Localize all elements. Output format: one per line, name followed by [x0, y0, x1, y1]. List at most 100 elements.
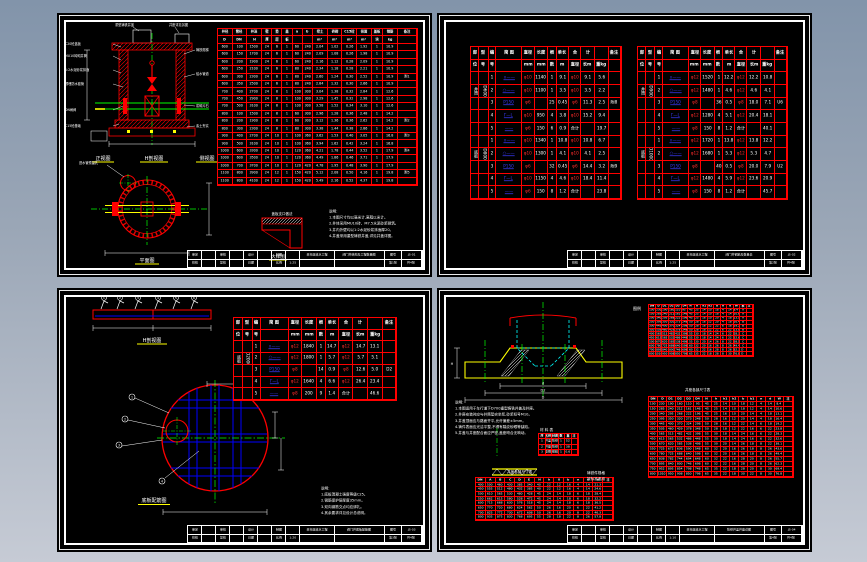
table-cell: 1: [548, 85, 557, 98]
table-cell: 底板: [638, 148, 647, 161]
sheet-valve-well-section[interactable]: C20砼盖板 MU10砖砌井筒 1:2水泥砂浆抹面 预埋防水套管 DN闸阀 C1…: [57, 13, 432, 277]
table-cell: 0.32: [342, 88, 357, 96]
table-cell: m²: [357, 36, 372, 44]
table-cell: 号: [655, 59, 664, 73]
table-cell: 24: [261, 177, 273, 185]
table-cell: 校核: [188, 259, 203, 268]
table-cell: 长m: [581, 59, 595, 73]
table-cell: φ10: [522, 110, 535, 123]
table-cell: 80: [292, 66, 303, 74]
table-cell: [646, 110, 656, 123]
table-cell: 附1: [397, 73, 417, 81]
table-cell: 复核: [596, 534, 611, 543]
dim-label: D: [542, 396, 545, 400]
table-cell: 4: [714, 110, 724, 123]
table-cell: 制图: [272, 251, 287, 260]
table-cell: [581, 186, 595, 199]
table-cell: 100: [292, 140, 303, 148]
table-cell: [534, 161, 549, 174]
table-cell: φ12: [735, 135, 748, 149]
table-cell: 2.96: [313, 110, 328, 119]
table-cell: 1: [282, 95, 293, 104]
table-cell: [496, 59, 523, 73]
sheet-manhole-cover-detail[interactable]: d D2 D H 图例 垫层详图 说明:1.本图适用于车行道下D700重型铸铁井…: [437, 288, 812, 552]
table-cell: [397, 36, 417, 44]
table-cell: D800: [479, 148, 489, 161]
table-cell: 600: [218, 80, 233, 89]
table-cell: [608, 148, 621, 161]
table-cell: [582, 534, 597, 543]
table-cell: 120: [292, 155, 303, 163]
table-cell: 1: [488, 72, 497, 85]
table-cell: 800: [476, 515, 486, 520]
table-cell: 8: [757, 472, 766, 477]
table-cell: [397, 43, 417, 52]
table-cell: [397, 88, 417, 96]
table-cell: 10.9: [383, 80, 398, 89]
view-label: 底板配筋图: [141, 497, 166, 504]
table-cell: [258, 251, 273, 260]
table-cell: 合: [568, 47, 582, 60]
table-cell: 10.9: [383, 66, 398, 74]
table-cell: 4.78: [313, 162, 328, 171]
table-cell: 2500: [247, 80, 262, 89]
table-cell: D2000: [243, 353, 253, 365]
table-cell: 1: [282, 162, 293, 171]
sheet-rebar-schedule[interactable]: 部型编简 图直径 长度根单长合计备注位号号 mm mm 数 m 直径 长m 重kg 1 ∩—— φ10…: [437, 13, 812, 277]
bubble-label: 1: [131, 395, 133, 399]
table-cell: [286, 526, 301, 535]
table-cell: 图号: [764, 526, 782, 535]
table-cell: 设计: [624, 526, 639, 535]
table-cell: 1480: [701, 173, 715, 187]
table-cell: mm: [288, 329, 302, 342]
table-cell: 编: [655, 47, 664, 60]
table-cell: [646, 186, 656, 199]
table-cell: D1000: [646, 148, 656, 161]
s1-plan-view: 进水管预留孔 平面图: [79, 160, 212, 265]
table-cell: 1000: [218, 147, 233, 156]
table-cell: 合: [735, 47, 748, 60]
table-cell: [243, 341, 253, 354]
table-cell: 798: [694, 472, 703, 477]
table-cell: 位: [471, 59, 480, 73]
table-cell: [243, 388, 253, 400]
table-cell: 768: [515, 515, 525, 520]
table-cell: 阀门井底板配筋图: [334, 526, 385, 535]
table-cell: 3.5: [581, 85, 595, 98]
table-cell: 18.4: [581, 173, 595, 187]
table-cell: ∩——: [663, 135, 689, 149]
sheet-base-slab-rebar[interactable]: 1 2 3 4 5 6 H剖视图 1 2 3 4 底板配筋图 部 型 编 简 图…: [57, 288, 432, 552]
table-cell: [680, 259, 715, 268]
table-cell: [761, 47, 775, 60]
table-cell: U2: [774, 161, 787, 174]
table-cell: 1480: [701, 85, 715, 98]
table-cell: φ12: [735, 110, 748, 123]
table-cell: 24: [261, 110, 273, 119]
table-cell: P150: [663, 161, 689, 174]
table-cell: 位: [638, 59, 647, 73]
table-cell: φ10: [568, 135, 582, 149]
table-cell: 250: [232, 66, 248, 74]
table-cell: [397, 95, 417, 104]
table-cell: 3.71: [357, 155, 372, 163]
table-cell: 号: [252, 329, 261, 342]
table-cell: 1: [714, 148, 724, 161]
table-cell: 1.12: [327, 58, 343, 67]
table-cell: 1.4: [325, 388, 339, 400]
table-cell: 1.78: [327, 147, 343, 156]
table-cell: [397, 58, 417, 67]
detail-label: 盖板支口做法: [272, 211, 293, 216]
table-cell: [638, 123, 647, 136]
table-cell: 3700: [247, 162, 262, 171]
table-cell: 20.0: [747, 161, 762, 174]
table-cell: 700: [218, 88, 233, 96]
table-cell: D900: [646, 85, 656, 98]
table-cell: 420: [302, 162, 314, 171]
table-cell: 1: [282, 170, 293, 178]
material-table: 序名称 材质数重注 1 井盖 铸铁 1 52 2 井座 铸铁 1 38 3 垫圈 橡胶 1 0.6: [538, 433, 579, 456]
table-cell: 240: [302, 51, 314, 59]
table-cell: 编: [488, 47, 497, 60]
table-cell: 型: [243, 318, 253, 330]
table-cell: 1: [371, 162, 384, 171]
table-cell: 850: [685, 472, 694, 477]
